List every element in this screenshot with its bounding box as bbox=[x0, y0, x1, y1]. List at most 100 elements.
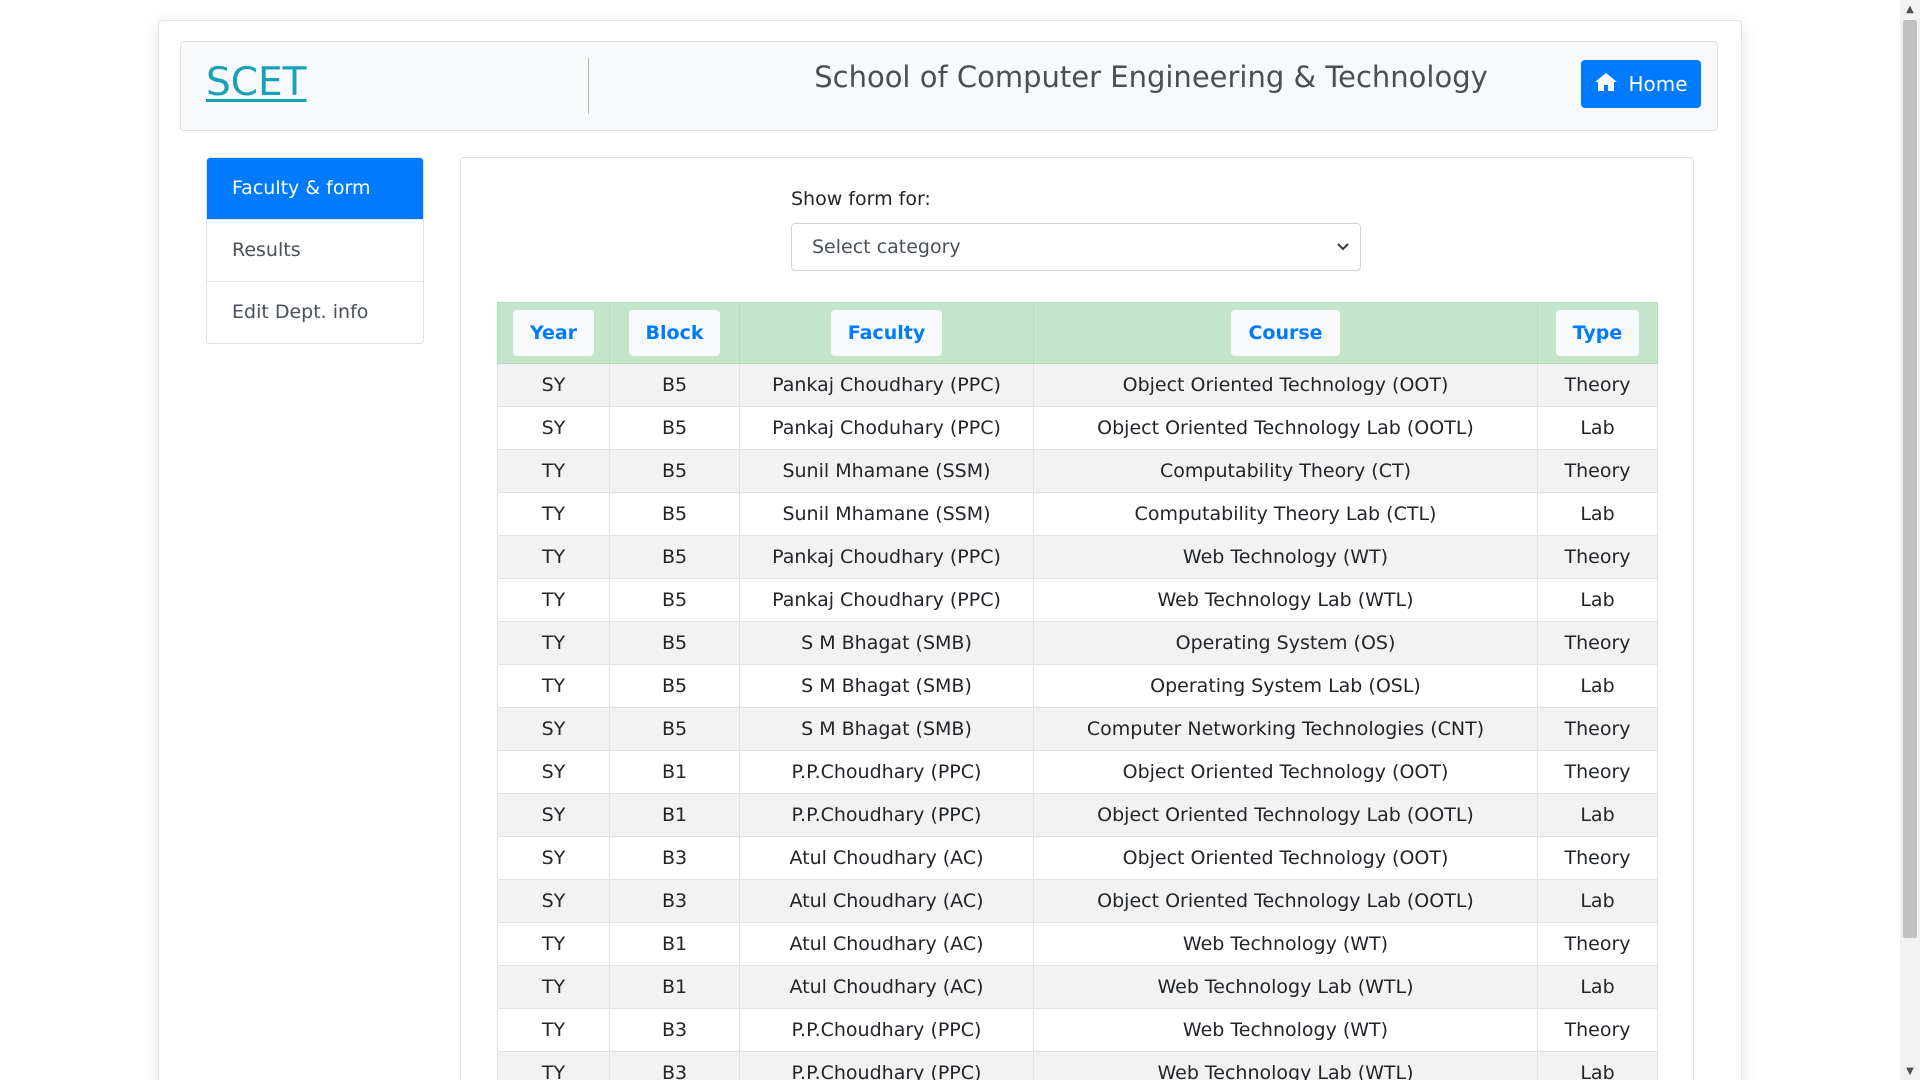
table-row: TY B3 P.P.Choudhary (PPC) Web Technology (W… bbox=[497, 1008, 1658, 1052]
table-row: SY B5 S M Bhagat (SMB) Computer Networking … bbox=[497, 707, 1658, 751]
sort-faculty-button[interactable]: Faculty bbox=[830, 310, 943, 356]
chevron-down-icon bbox=[1337, 243, 1349, 251]
table-cell-course: Object Oriented Technology Lab (OOTL) bbox=[1033, 406, 1538, 450]
table-cell-type: Theory bbox=[1537, 750, 1658, 794]
table-cell-block: B1 bbox=[609, 750, 740, 794]
sort-year-button[interactable]: Year bbox=[512, 310, 595, 356]
table-cell-type: Theory bbox=[1537, 707, 1658, 751]
table-header-row: Year Block Faculty Course Type bbox=[497, 302, 1658, 364]
table-cell-type: Theory bbox=[1537, 836, 1658, 880]
table-cell-block: B5 bbox=[609, 578, 740, 622]
table-cell-type: Theory bbox=[1537, 922, 1658, 966]
category-select[interactable]: Select category bbox=[791, 223, 1361, 271]
column-header: Course bbox=[1033, 302, 1538, 364]
table-cell-type: Lab bbox=[1537, 664, 1658, 708]
table-cell-course: Web Technology (WT) bbox=[1033, 1008, 1538, 1052]
main-card: Show form for: Select category Year Block… bbox=[460, 157, 1694, 1080]
table-cell-faculty: S M Bhagat (SMB) bbox=[739, 621, 1034, 665]
table-cell-block: B5 bbox=[609, 535, 740, 579]
table-cell-course: Object Oriented Technology (OOT) bbox=[1033, 363, 1538, 407]
table-cell-course: Web Technology Lab (WTL) bbox=[1033, 578, 1538, 622]
sort-type-button[interactable]: Type bbox=[1555, 310, 1640, 356]
table-row: SY B1 P.P.Choudhary (PPC) Object Oriented T… bbox=[497, 793, 1658, 837]
table-cell-type: Theory bbox=[1537, 363, 1658, 407]
table-cell-year: SY bbox=[497, 836, 610, 880]
table-row: TY B1 Atul Choudhary (AC) Web Technology La… bbox=[497, 965, 1658, 1009]
table-row: TY B5 Sunil Mhamane (SSM) Computability The… bbox=[497, 492, 1658, 536]
faculty-table-wrap: Year Block Faculty Course Type SY B5 Pankaj Ch… bbox=[497, 302, 1658, 1080]
table-cell-type: Lab bbox=[1537, 793, 1658, 837]
table-cell-type: Lab bbox=[1537, 492, 1658, 536]
table-cell-course: Web Technology (WT) bbox=[1033, 922, 1538, 966]
brand-link[interactable]: SCET bbox=[206, 60, 306, 105]
table-row: TY B3 P.P.Choudhary (PPC) Web Technology La… bbox=[497, 1051, 1658, 1080]
table-cell-course: Object Oriented Technology (OOT) bbox=[1033, 750, 1538, 794]
sidebar-item-edit-dept-info[interactable]: Edit Dept. info bbox=[207, 281, 423, 343]
column-header: Type bbox=[1537, 302, 1658, 364]
table-cell-faculty: Atul Choudhary (AC) bbox=[739, 965, 1034, 1009]
table-cell-type: Lab bbox=[1537, 578, 1658, 622]
table-cell-course: Computer Networking Technologies (CNT) bbox=[1033, 707, 1538, 751]
page-title: School of Computer Engineering & Technol… bbox=[814, 60, 1488, 94]
table-cell-faculty: Pankaj Choudhary (PPC) bbox=[739, 578, 1034, 622]
table-cell-year: TY bbox=[497, 965, 610, 1009]
table-cell-faculty: Pankaj Choduhary (PPC) bbox=[739, 406, 1034, 450]
table-cell-course: Operating System (OS) bbox=[1033, 621, 1538, 665]
table-row: TY B1 Atul Choudhary (AC) Web Technology (W… bbox=[497, 922, 1658, 966]
table-cell-faculty: Atul Choudhary (AC) bbox=[739, 879, 1034, 923]
table-cell-course: Object Oriented Technology Lab (OOTL) bbox=[1033, 793, 1538, 837]
table-cell-year: SY bbox=[497, 793, 610, 837]
scroll-up-arrow-icon[interactable]: ▲ bbox=[1900, 0, 1920, 18]
sidebar: Faculty & form Results Edit Dept. info bbox=[206, 157, 424, 344]
table-cell-course: Web Technology (WT) bbox=[1033, 535, 1538, 579]
table-row: SY B3 Atul Choudhary (AC) Object Oriented T… bbox=[497, 836, 1658, 880]
table-row: TY B5 S M Bhagat (SMB) Operating System (OS… bbox=[497, 621, 1658, 665]
table-cell-type: Lab bbox=[1537, 879, 1658, 923]
table-row: SY B5 Pankaj Choduhary (PPC) Object Oriente… bbox=[497, 406, 1658, 450]
table-cell-faculty: Pankaj Choudhary (PPC) bbox=[739, 363, 1034, 407]
scrollbar[interactable]: ▲ ▼ bbox=[1900, 0, 1920, 1080]
table-cell-block: B1 bbox=[609, 793, 740, 837]
table-cell-block: B3 bbox=[609, 879, 740, 923]
table-cell-block: B5 bbox=[609, 449, 740, 493]
table-cell-course: Web Technology Lab (WTL) bbox=[1033, 1051, 1538, 1080]
table-cell-year: TY bbox=[497, 578, 610, 622]
table-cell-year: TY bbox=[497, 1008, 610, 1052]
sort-course-button[interactable]: Course bbox=[1231, 310, 1340, 356]
scroll-down-arrow-icon[interactable]: ▼ bbox=[1900, 1062, 1920, 1080]
table-cell-block: B5 bbox=[609, 621, 740, 665]
table-row: SY B1 P.P.Choudhary (PPC) Object Oriented T… bbox=[497, 750, 1658, 794]
header: SCET School of Computer Engineering & Te… bbox=[180, 41, 1718, 131]
home-button[interactable]: Home bbox=[1581, 60, 1701, 108]
table-cell-faculty: S M Bhagat (SMB) bbox=[739, 664, 1034, 708]
table-cell-faculty: Pankaj Choudhary (PPC) bbox=[739, 535, 1034, 579]
table-cell-year: TY bbox=[497, 621, 610, 665]
sidebar-item-faculty-form[interactable]: Faculty & form bbox=[207, 158, 423, 219]
table-cell-type: Theory bbox=[1537, 621, 1658, 665]
table-cell-course: Operating System Lab (OSL) bbox=[1033, 664, 1538, 708]
table-cell-year: TY bbox=[497, 535, 610, 579]
scroll-thumb[interactable] bbox=[1903, 20, 1917, 938]
table-cell-faculty: S M Bhagat (SMB) bbox=[739, 707, 1034, 751]
table-row: TY B5 Pankaj Choudhary (PPC) Web Technology… bbox=[497, 578, 1658, 622]
table-cell-type: Theory bbox=[1537, 1008, 1658, 1052]
table-cell-faculty: P.P.Choudhary (PPC) bbox=[739, 1008, 1034, 1052]
table-cell-block: B5 bbox=[609, 707, 740, 751]
table-cell-faculty: P.P.Choudhary (PPC) bbox=[739, 1051, 1034, 1080]
table-cell-course: Web Technology Lab (WTL) bbox=[1033, 965, 1538, 1009]
column-header: Block bbox=[609, 302, 740, 364]
faculty-table: Year Block Faculty Course Type SY B5 Pankaj Ch… bbox=[497, 302, 1658, 1080]
table-cell-type: Theory bbox=[1537, 535, 1658, 579]
table-cell-course: Object Oriented Technology Lab (OOTL) bbox=[1033, 879, 1538, 923]
table-cell-course: Object Oriented Technology (OOT) bbox=[1033, 836, 1538, 880]
home-button-label: Home bbox=[1628, 72, 1688, 96]
home-icon bbox=[1594, 72, 1618, 97]
table-cell-block: B1 bbox=[609, 965, 740, 1009]
sidebar-item-results[interactable]: Results bbox=[207, 219, 423, 281]
table-cell-year: SY bbox=[497, 707, 610, 751]
table-cell-type: Theory bbox=[1537, 449, 1658, 493]
table-cell-type: Lab bbox=[1537, 406, 1658, 450]
sort-block-button[interactable]: Block bbox=[628, 310, 721, 356]
table-cell-year: TY bbox=[497, 1051, 610, 1080]
table-cell-block: B5 bbox=[609, 406, 740, 450]
